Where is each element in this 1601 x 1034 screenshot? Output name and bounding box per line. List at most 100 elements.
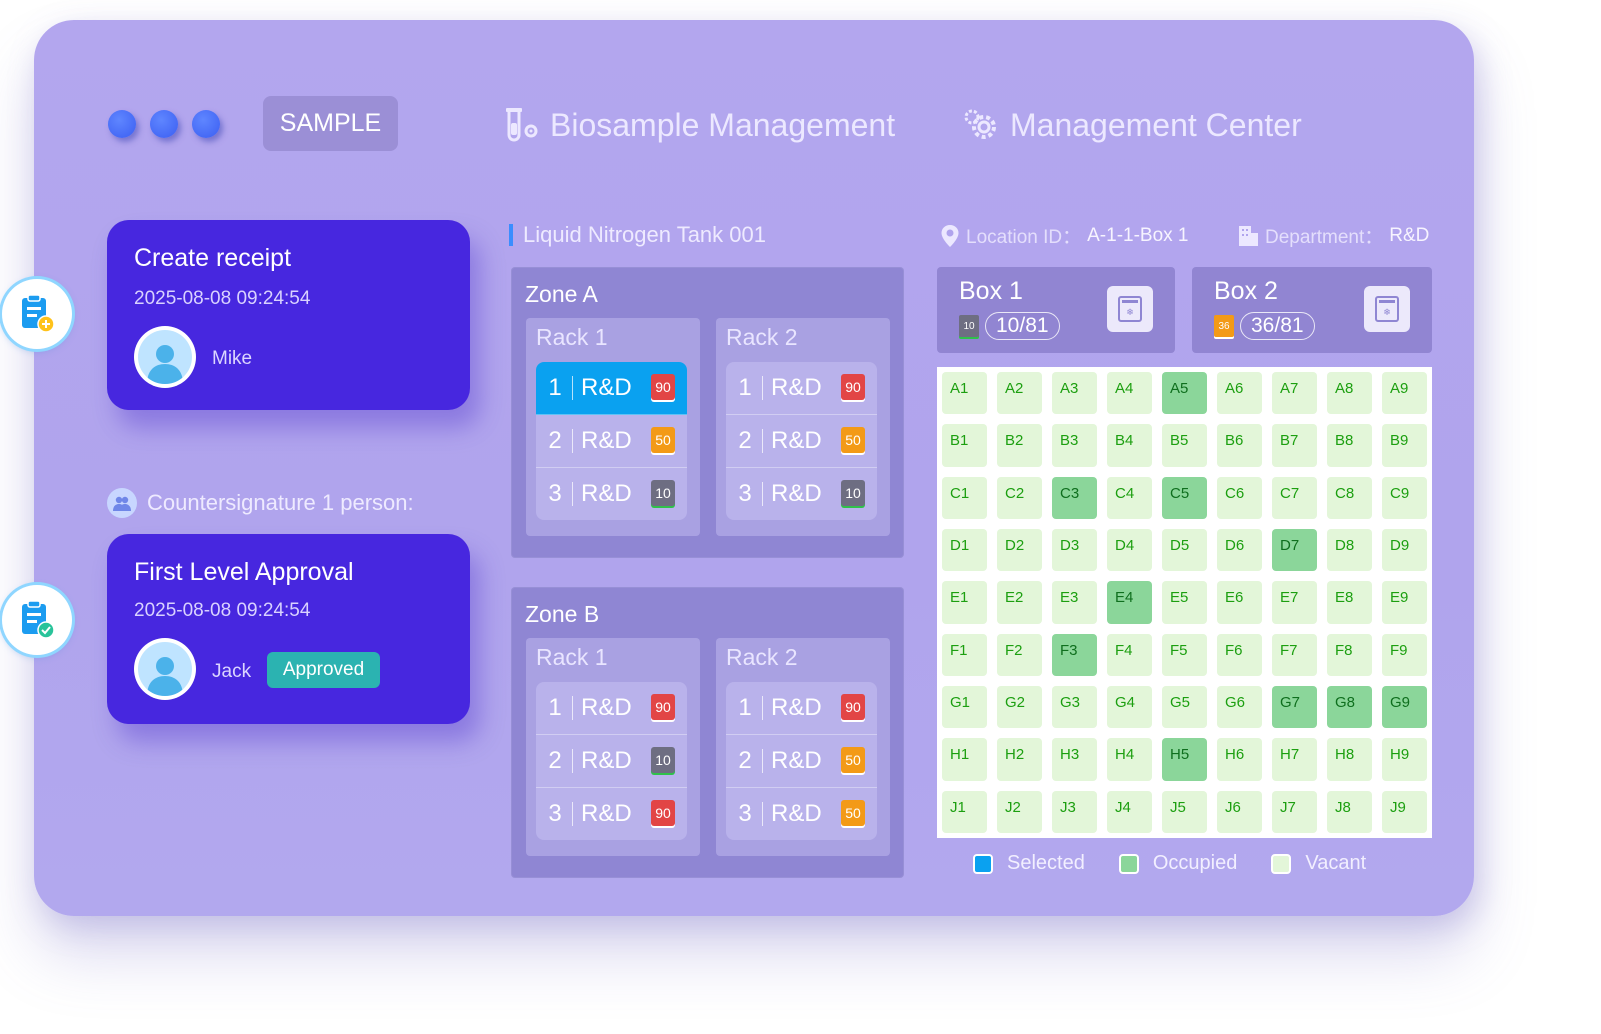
rack-row[interactable]: 2 R&D 50 bbox=[536, 415, 687, 468]
slot-d9[interactable]: D9 bbox=[1382, 528, 1427, 572]
rack-row[interactable]: 2 R&D 50 bbox=[726, 735, 877, 788]
slot-a9[interactable]: A9 bbox=[1382, 372, 1427, 415]
slot-b3[interactable]: B3 bbox=[1052, 424, 1097, 467]
slot-a5[interactable]: A5 bbox=[1162, 372, 1207, 415]
rack-row[interactable]: 3 R&D 50 bbox=[726, 788, 877, 840]
slot-b4[interactable]: B4 bbox=[1107, 424, 1152, 467]
slot-d8[interactable]: D8 bbox=[1327, 528, 1372, 572]
slot-f5[interactable]: F5 bbox=[1162, 633, 1207, 676]
clipboard-check-icon[interactable] bbox=[2, 585, 72, 655]
slot-a7[interactable]: A7 bbox=[1272, 372, 1317, 415]
slot-b2[interactable]: B2 bbox=[997, 424, 1042, 467]
sample-button[interactable]: SAMPLE bbox=[263, 96, 398, 151]
nav-biosample-management[interactable]: Biosample Management bbox=[500, 100, 895, 150]
slot-h4[interactable]: H4 bbox=[1107, 738, 1152, 781]
slot-d2[interactable]: D2 bbox=[997, 528, 1042, 572]
rack-row[interactable]: 3 R&D 90 bbox=[536, 788, 687, 840]
slot-h9[interactable]: H9 bbox=[1382, 738, 1427, 781]
slot-c4[interactable]: C4 bbox=[1107, 476, 1152, 519]
slot-b5[interactable]: B5 bbox=[1162, 424, 1207, 467]
slot-b9[interactable]: B9 bbox=[1382, 424, 1427, 467]
slot-g3[interactable]: G3 bbox=[1052, 685, 1097, 729]
slot-g8[interactable]: G8 bbox=[1327, 685, 1372, 729]
slot-h1[interactable]: H1 bbox=[942, 738, 987, 781]
slot-g7[interactable]: G7 bbox=[1272, 685, 1317, 729]
slot-f8[interactable]: F8 bbox=[1327, 633, 1372, 676]
rack-row[interactable]: 1 R&D 90 bbox=[726, 362, 877, 415]
slot-g6[interactable]: G6 bbox=[1217, 685, 1262, 729]
slot-a1[interactable]: A1 bbox=[942, 372, 987, 415]
slot-d5[interactable]: D5 bbox=[1162, 528, 1207, 572]
slot-j7[interactable]: J7 bbox=[1272, 790, 1317, 833]
slot-f2[interactable]: F2 bbox=[997, 633, 1042, 676]
slot-j2[interactable]: J2 bbox=[997, 790, 1042, 833]
slot-g9[interactable]: G9 bbox=[1382, 685, 1427, 729]
slot-d4[interactable]: D4 bbox=[1107, 528, 1152, 572]
slot-d7[interactable]: D7 bbox=[1272, 528, 1317, 572]
slot-j4[interactable]: J4 bbox=[1107, 790, 1152, 833]
slot-e6[interactable]: E6 bbox=[1217, 581, 1262, 624]
window-dot-2[interactable] bbox=[150, 110, 178, 138]
slot-e4[interactable]: E4 bbox=[1107, 581, 1152, 624]
slot-e2[interactable]: E2 bbox=[997, 581, 1042, 624]
slot-j1[interactable]: J1 bbox=[942, 790, 987, 833]
slot-c8[interactable]: C8 bbox=[1327, 476, 1372, 519]
slot-a2[interactable]: A2 bbox=[997, 372, 1042, 415]
slot-g4[interactable]: G4 bbox=[1107, 685, 1152, 729]
slot-f9[interactable]: F9 bbox=[1382, 633, 1427, 676]
approval-card[interactable]: First Level Approval 2025-08-08 09:24:54… bbox=[107, 534, 470, 724]
slot-f7[interactable]: F7 bbox=[1272, 633, 1317, 676]
slot-j5[interactable]: J5 bbox=[1162, 790, 1207, 833]
box-card-1[interactable]: Box 1 10 10/81 ❄ bbox=[937, 267, 1175, 353]
rack-row[interactable]: 1 R&D 90 bbox=[536, 362, 687, 415]
slot-c6[interactable]: C6 bbox=[1217, 476, 1262, 519]
slot-h7[interactable]: H7 bbox=[1272, 738, 1317, 781]
slot-c9[interactable]: C9 bbox=[1382, 476, 1427, 519]
rack[interactable]: Rack 1 1 R&D 90 2 R&D 10 3 R&D 90 bbox=[526, 638, 700, 856]
slot-d6[interactable]: D6 bbox=[1217, 528, 1262, 572]
window-dot-3[interactable] bbox=[192, 110, 220, 138]
rack-row[interactable]: 1 R&D 90 bbox=[536, 682, 687, 735]
rack[interactable]: Rack 2 1 R&D 90 2 R&D 50 3 R&D 50 bbox=[716, 638, 890, 856]
slot-f6[interactable]: F6 bbox=[1217, 633, 1262, 676]
slot-c7[interactable]: C7 bbox=[1272, 476, 1317, 519]
slot-a4[interactable]: A4 bbox=[1107, 372, 1152, 415]
rack-row[interactable]: 3 R&D 10 bbox=[536, 468, 687, 520]
slot-e8[interactable]: E8 bbox=[1327, 581, 1372, 624]
rack-row[interactable]: 2 R&D 50 bbox=[726, 415, 877, 468]
receipt-card[interactable]: Create receipt 2025-08-08 09:24:54 Mike bbox=[107, 220, 470, 410]
slot-c1[interactable]: C1 bbox=[942, 476, 987, 519]
slot-h5[interactable]: H5 bbox=[1162, 738, 1207, 781]
clipboard-add-icon[interactable] bbox=[2, 279, 72, 349]
slot-d1[interactable]: D1 bbox=[942, 528, 987, 572]
slot-j8[interactable]: J8 bbox=[1327, 790, 1372, 833]
slot-h3[interactable]: H3 bbox=[1052, 738, 1097, 781]
slot-j3[interactable]: J3 bbox=[1052, 790, 1097, 833]
slot-b8[interactable]: B8 bbox=[1327, 424, 1372, 467]
slot-g1[interactable]: G1 bbox=[942, 685, 987, 729]
rack-row[interactable]: 1 R&D 90 bbox=[726, 682, 877, 735]
slot-j6[interactable]: J6 bbox=[1217, 790, 1262, 833]
slot-b1[interactable]: B1 bbox=[942, 424, 987, 467]
slot-e1[interactable]: E1 bbox=[942, 581, 987, 624]
slot-c5[interactable]: C5 bbox=[1162, 476, 1207, 519]
slot-f3[interactable]: F3 bbox=[1052, 633, 1097, 676]
slot-g2[interactable]: G2 bbox=[997, 685, 1042, 729]
rack-row[interactable]: 3 R&D 10 bbox=[726, 468, 877, 520]
slot-e3[interactable]: E3 bbox=[1052, 581, 1097, 624]
slot-h8[interactable]: H8 bbox=[1327, 738, 1372, 781]
rack[interactable]: Rack 1 1 R&D 90 2 R&D 50 3 R&D 10 bbox=[526, 318, 700, 536]
window-dot-1[interactable] bbox=[108, 110, 136, 138]
slot-e5[interactable]: E5 bbox=[1162, 581, 1207, 624]
slot-a3[interactable]: A3 bbox=[1052, 372, 1097, 415]
slot-h6[interactable]: H6 bbox=[1217, 738, 1262, 781]
slot-g5[interactable]: G5 bbox=[1162, 685, 1207, 729]
slot-a6[interactable]: A6 bbox=[1217, 372, 1262, 415]
slot-b6[interactable]: B6 bbox=[1217, 424, 1262, 467]
slot-f1[interactable]: F1 bbox=[942, 633, 987, 676]
slot-b7[interactable]: B7 bbox=[1272, 424, 1317, 467]
rack-row[interactable]: 2 R&D 10 bbox=[536, 735, 687, 788]
box-card-2[interactable]: Box 2 36 36/81 ❄ bbox=[1192, 267, 1432, 353]
slot-e7[interactable]: E7 bbox=[1272, 581, 1317, 624]
nav-management-center[interactable]: Management Center bbox=[960, 100, 1302, 150]
